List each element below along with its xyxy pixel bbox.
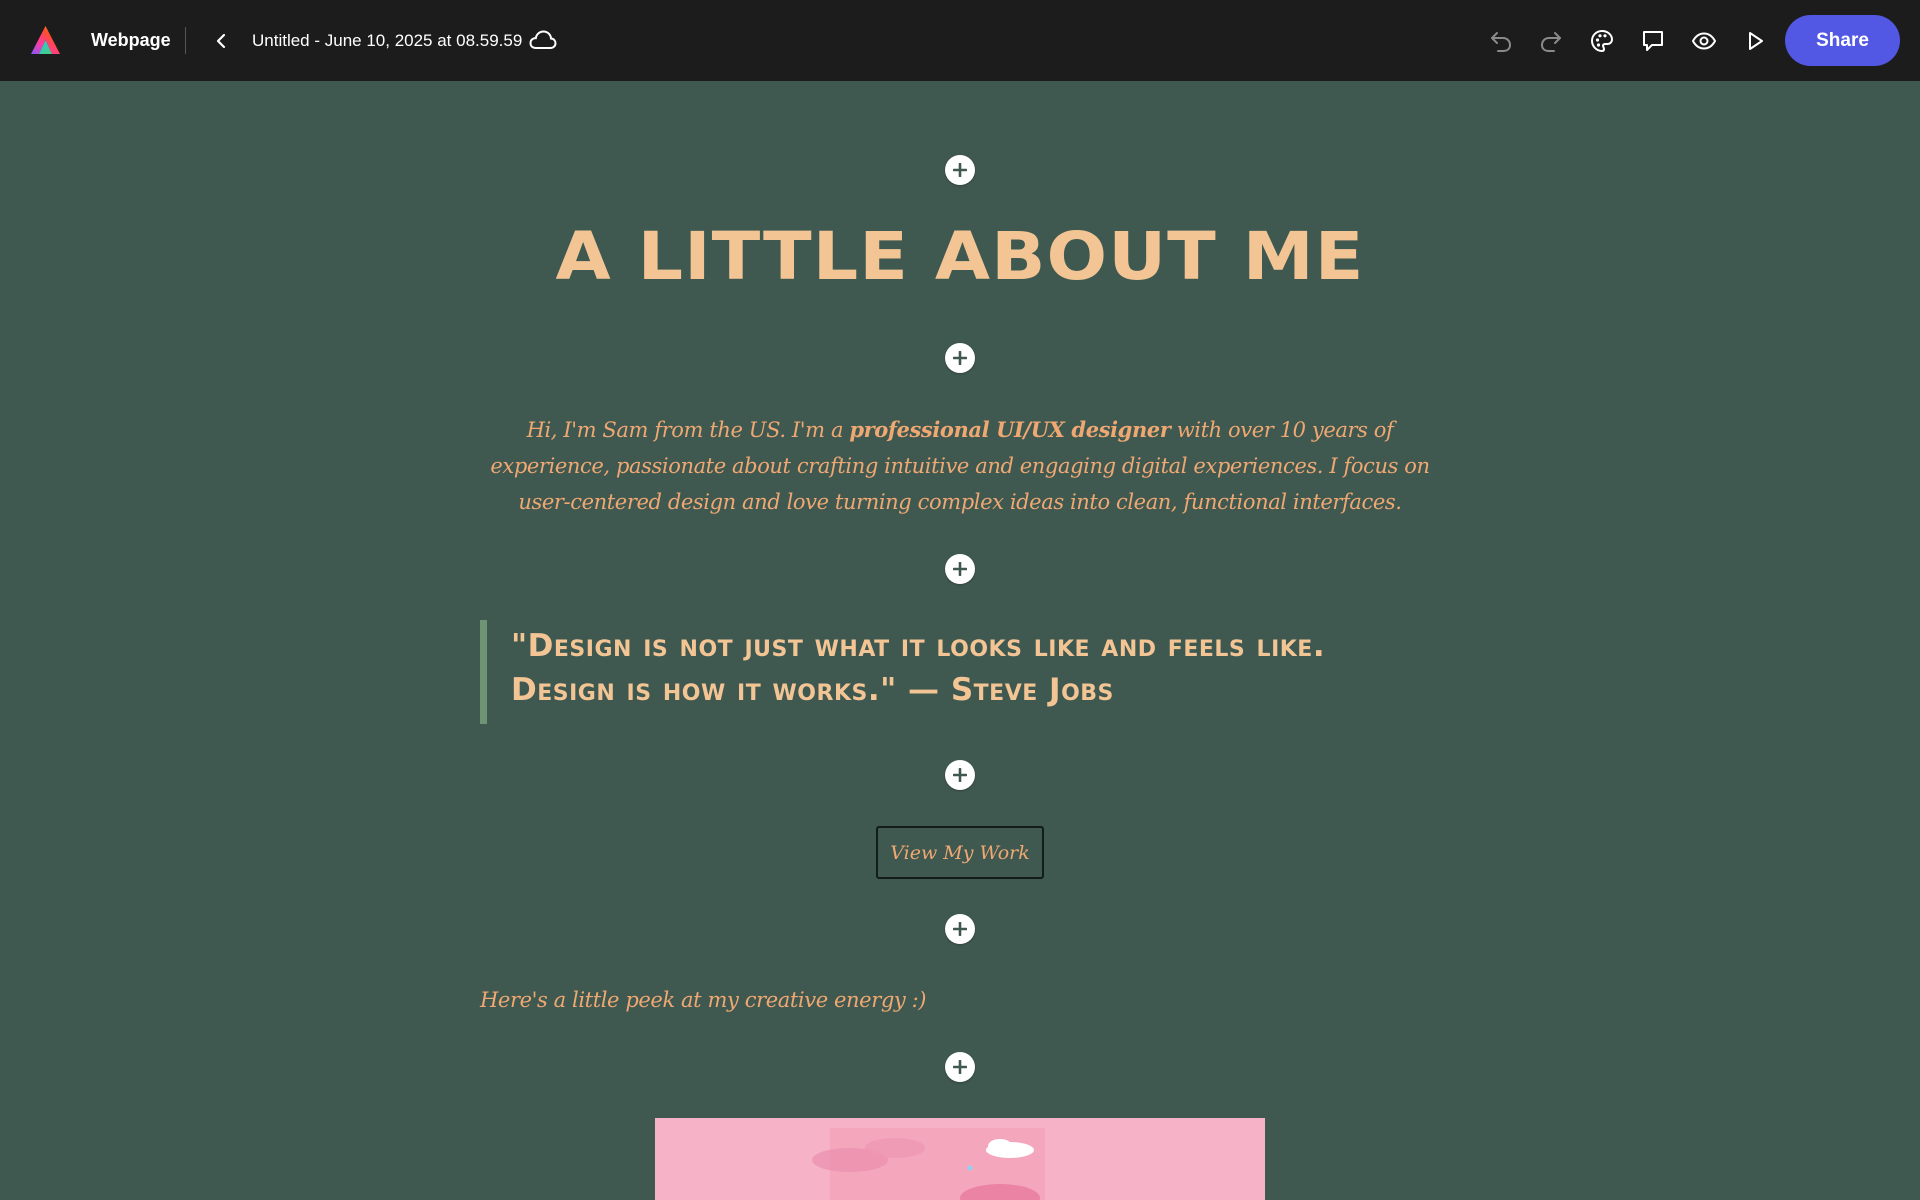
add-block-button[interactable] <box>945 760 975 790</box>
plus-icon <box>953 922 967 936</box>
redo-icon <box>1540 32 1561 52</box>
app-name: Webpage <box>91 30 171 50</box>
plus-icon <box>953 768 967 782</box>
theme-palette-button[interactable] <box>1585 24 1619 58</box>
preview-button[interactable] <box>1687 24 1721 58</box>
play-icon <box>1749 32 1763 50</box>
undo-icon <box>1491 32 1512 52</box>
add-block-button[interactable] <box>945 914 975 944</box>
creative-image[interactable] <box>655 1118 1265 1200</box>
adobe-express-logo-icon[interactable] <box>29 24 62 56</box>
add-block-button[interactable] <box>945 554 975 584</box>
undo-button[interactable] <box>1484 24 1518 58</box>
pink-clouds-illustration <box>655 1118 1265 1200</box>
toolbar-divider <box>185 27 186 54</box>
plus-icon <box>953 351 967 365</box>
comments-button[interactable] <box>1636 24 1670 58</box>
plus-icon <box>953 1060 967 1074</box>
comment-icon <box>1643 31 1663 51</box>
preview-eye-icon <box>1691 32 1717 50</box>
palette-icon <box>1590 29 1614 53</box>
add-block-button[interactable] <box>945 155 975 185</box>
back-button[interactable] <box>208 24 234 57</box>
chevron-left-icon <box>216 33 226 48</box>
blockquote[interactable]: "Design is not just what it looks like a… <box>480 620 1440 724</box>
intro-paragraph[interactable]: Hi, I'm Sam from the US. I'm a professio… <box>470 412 1450 520</box>
top-app-bar: Webpage Untitled - June 10, 2025 at 08.5… <box>0 0 1920 81</box>
present-button[interactable] <box>1738 24 1772 58</box>
add-block-button[interactable] <box>945 343 975 373</box>
intro-text-bold: professional UI/UX designer <box>849 417 1171 442</box>
document-title[interactable]: Untitled - June 10, 2025 at 08.59.59 <box>252 0 522 81</box>
intro-text-start: Hi, I'm Sam from the US. I'm a <box>526 418 850 442</box>
view-my-work-button[interactable]: View My Work <box>876 826 1044 879</box>
plus-icon <box>953 562 967 576</box>
share-button[interactable]: Share <box>1785 15 1900 66</box>
redo-button[interactable] <box>1534 24 1568 58</box>
peek-text[interactable]: Here's a little peek at my creative ener… <box>480 982 926 1018</box>
add-block-button[interactable] <box>945 1052 975 1082</box>
plus-icon <box>953 163 967 177</box>
cloud-icon[interactable] <box>528 27 558 54</box>
page-heading[interactable]: A LITTLE ABOUT ME <box>420 215 1500 299</box>
